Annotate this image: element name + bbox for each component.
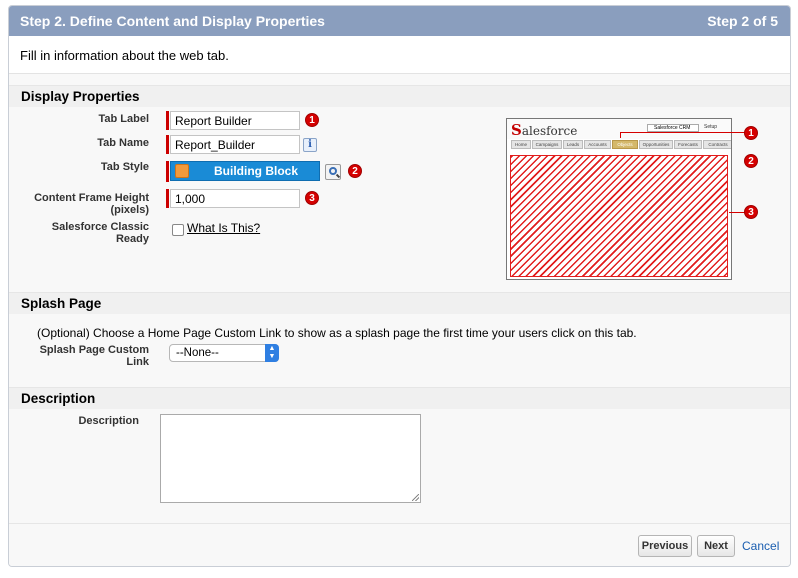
required-marker	[166, 111, 169, 130]
splash-link-select[interactable]: --None-- ▲ ▼	[169, 344, 279, 362]
label-line: Link	[126, 356, 149, 368]
preview-tab: Accounts	[584, 140, 611, 149]
what-is-this-link[interactable]: What Is This?	[187, 221, 260, 235]
tab-label-label: Tab Label	[98, 113, 149, 125]
wizard-panel: Step 2. Define Content and Display Prope…	[8, 5, 791, 567]
cancel-link[interactable]: Cancel	[742, 539, 779, 553]
section-description: Description	[9, 387, 790, 409]
description-label: Description	[78, 415, 139, 427]
info-icon[interactable]: i	[303, 138, 317, 152]
preview-marker-1: 1	[744, 126, 758, 140]
preview-content-area	[510, 155, 728, 277]
salesforce-logo: Salesforce	[511, 121, 578, 139]
lookup-icon[interactable]	[325, 164, 341, 180]
callout-line	[620, 132, 621, 138]
tab-name-input[interactable]	[170, 135, 300, 154]
section-heading: Splash Page	[21, 296, 102, 311]
label-line: (pixels)	[110, 204, 149, 216]
preview-marker-2: 2	[744, 154, 758, 168]
preview-tab: Contracts	[703, 140, 731, 149]
preview-tab: Leads	[563, 140, 583, 149]
previous-button[interactable]: Previous	[638, 535, 692, 557]
label-line: Splash Page Custom	[39, 344, 149, 356]
step-indicator: Step 2 of 5	[707, 13, 778, 29]
preview-tab: Forecasts	[674, 140, 702, 149]
required-marker	[166, 189, 169, 208]
classic-ready-label: Salesforce Classic Ready	[19, 221, 149, 245]
required-marker	[166, 135, 169, 154]
description-textarea[interactable]	[160, 414, 421, 503]
splash-description: (Optional) Choose a Home Page Custom Lin…	[37, 326, 637, 340]
intro-row: Fill in information about the web tab.	[9, 36, 790, 74]
select-value: --None--	[176, 347, 219, 359]
panel-header: Step 2. Define Content and Display Prope…	[9, 6, 790, 36]
required-marker	[166, 161, 169, 182]
chevron-updown-icon: ▲ ▼	[265, 344, 279, 362]
page-title: Step 2. Define Content and Display Prope…	[20, 13, 325, 29]
marker-3-badge: 3	[305, 191, 319, 205]
label-line: Ready	[115, 233, 149, 245]
frame-height-input[interactable]	[170, 189, 300, 208]
tab-style-value: Building Block	[214, 164, 298, 178]
preview-tab-active: Objects	[612, 140, 638, 149]
section-heading: Display Properties	[21, 89, 140, 104]
preview-setup-link: Setup	[704, 124, 718, 130]
section-heading: Description	[21, 391, 96, 406]
building-block-icon	[175, 164, 189, 178]
preview-app-selector: Salesforce CRM	[647, 124, 699, 132]
tab-name-label: Tab Name	[97, 137, 149, 149]
resize-grip-icon[interactable]	[412, 494, 419, 501]
footer: Previous Next Cancel	[9, 523, 790, 566]
next-button[interactable]: Next	[697, 535, 735, 557]
preview-tab: Opportunities	[639, 140, 673, 149]
preview-tabs: Home Campaigns Leads Accounts Objects Op…	[511, 140, 731, 150]
tab-preview-image: Salesforce Salesforce CRM Setup Home Cam…	[506, 118, 732, 280]
callout-line	[729, 212, 745, 213]
classic-ready-checkbox[interactable]	[172, 224, 184, 236]
preview-header: Salesforce Salesforce CRM Setup	[507, 119, 731, 139]
callout-line	[620, 132, 745, 133]
label-line: Content Frame Height	[34, 192, 149, 204]
tab-style-label: Tab Style	[100, 161, 149, 173]
tab-style-selector[interactable]: Building Block	[170, 161, 320, 181]
label-line: Salesforce Classic	[51, 221, 149, 233]
marker-1-badge: 1	[305, 113, 319, 127]
frame-height-label: Content Frame Height (pixels)	[19, 192, 149, 216]
section-splash-page: Splash Page	[9, 292, 790, 314]
splash-link-label: Splash Page Custom Link	[19, 344, 149, 368]
tab-label-input[interactable]	[170, 111, 300, 130]
section-display-properties: Display Properties	[9, 85, 790, 107]
marker-2-badge: 2	[348, 164, 362, 178]
preview-tab: Home	[511, 140, 531, 149]
preview-marker-3: 3	[744, 205, 758, 219]
intro-text: Fill in information about the web tab.	[20, 48, 229, 63]
preview-tab: Campaigns	[532, 140, 562, 149]
